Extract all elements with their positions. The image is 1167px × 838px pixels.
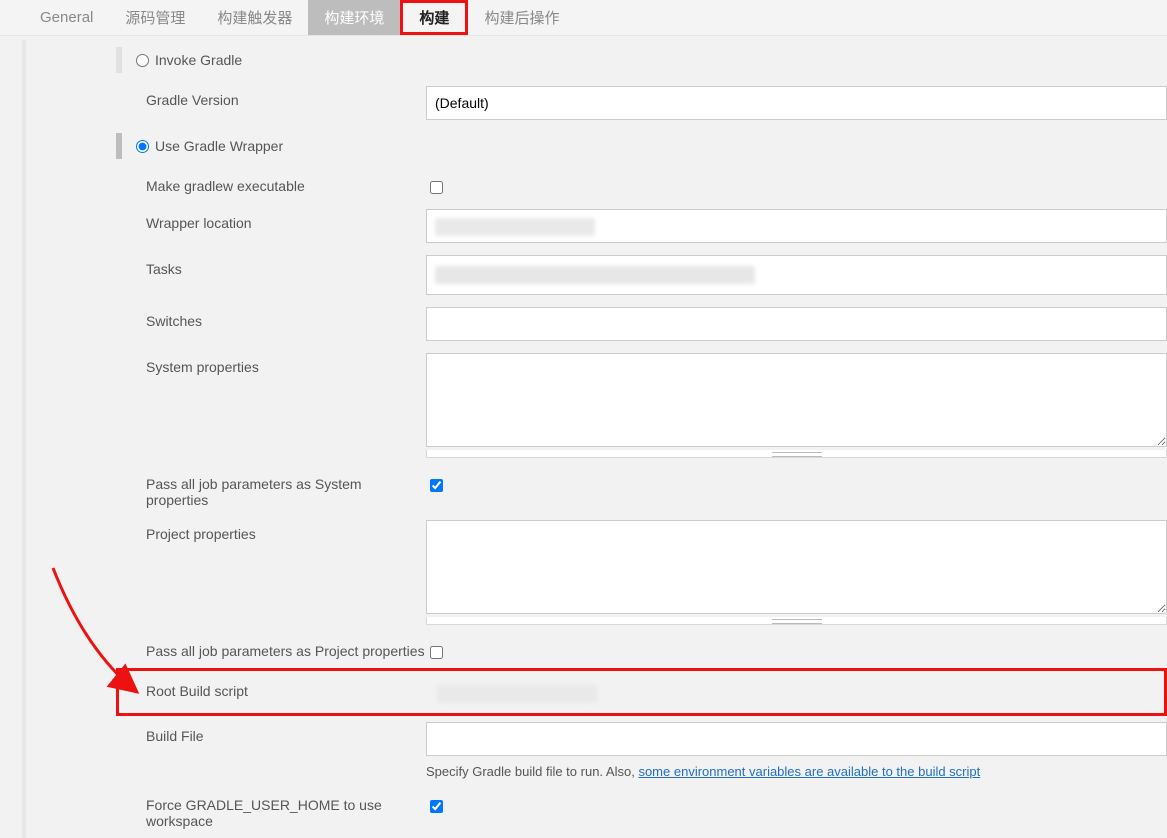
checkbox-force-home[interactable] <box>430 800 443 813</box>
radio-wrapper-label: Use Gradle Wrapper <box>155 138 283 154</box>
section-gutter <box>24 40 26 838</box>
row-make-exec: Make gradlew executable <box>116 166 1167 203</box>
row-root-script: Root Build script <box>119 671 1164 713</box>
input-switches[interactable] <box>426 307 1167 341</box>
radio-bar-selected <box>116 133 122 159</box>
obscured-tasks <box>435 266 755 284</box>
radio-invoke-label: Invoke Gradle <box>155 52 242 68</box>
row-build-file: Build File Specify Gradle build file to … <box>116 716 1167 785</box>
radio-bar <box>116 47 122 73</box>
tab-triggers[interactable]: 构建触发器 <box>201 0 308 35</box>
label-make-exec: Make gradlew executable <box>116 172 426 194</box>
row-switches: Switches <box>116 301 1167 347</box>
label-proj-props: Project properties <box>116 520 426 542</box>
label-wrapper-loc: Wrapper location <box>116 209 426 231</box>
input-gradle-version[interactable] <box>426 86 1167 120</box>
build-form: Invoke Gradle Gradle Version Use Gradle … <box>116 40 1167 838</box>
label-sys-props: System properties <box>116 353 426 375</box>
radio-use-wrapper[interactable] <box>136 140 149 153</box>
row-force-home: Force GRADLE_USER_HOME to use workspace <box>116 785 1167 835</box>
label-pass-sys: Pass all job parameters as System proper… <box>116 470 426 508</box>
tab-general[interactable]: General <box>24 0 109 35</box>
label-pass-proj: Pass all job parameters as Project prope… <box>116 637 426 659</box>
config-tabs: General 源码管理 构建触发器 构建环境 构建 构建后操作 <box>0 0 1167 36</box>
label-build-file: Build File <box>116 722 426 744</box>
label-tasks: Tasks <box>116 255 426 277</box>
textarea-proj-props[interactable] <box>426 520 1167 614</box>
tab-scm[interactable]: 源码管理 <box>109 0 201 35</box>
label-root-script: Root Build script <box>119 677 429 699</box>
highlight-root-build-script: Root Build script <box>116 668 1167 716</box>
row-pass-proj: Pass all job parameters as Project prope… <box>116 631 1167 668</box>
checkbox-pass-sys[interactable] <box>430 479 443 492</box>
label-switches: Switches <box>116 307 426 329</box>
resizer-proj-props[interactable] <box>426 617 1167 625</box>
row-sys-props: System properties <box>116 347 1167 464</box>
checkbox-pass-proj[interactable] <box>430 646 443 659</box>
obscured-wrapper-loc <box>435 218 595 236</box>
checkbox-make-exec[interactable] <box>430 181 443 194</box>
tab-build[interactable]: 构建 <box>400 0 468 35</box>
row-pass-sys: Pass all job parameters as System proper… <box>116 464 1167 514</box>
textarea-sys-props[interactable] <box>426 353 1167 447</box>
hint-prefix: Specify Gradle build file to run. Also, <box>426 764 638 779</box>
row-wrapper-loc: Wrapper location <box>116 203 1167 249</box>
radio-invoke-gradle[interactable] <box>136 54 149 67</box>
hint-build-file: Specify Gradle build file to run. Also, … <box>426 756 1167 779</box>
radio-row-invoke[interactable]: Invoke Gradle <box>116 40 1167 80</box>
radio-row-wrapper[interactable]: Use Gradle Wrapper <box>116 126 1167 166</box>
label-force-home: Force GRADLE_USER_HOME to use workspace <box>116 791 426 829</box>
row-proj-props: Project properties <box>116 514 1167 631</box>
tab-post-build[interactable]: 构建后操作 <box>468 0 575 35</box>
obscured-root-script <box>437 685 597 703</box>
row-tasks: Tasks <box>116 249 1167 301</box>
row-gradle-version: Gradle Version <box>116 80 1167 126</box>
input-build-file[interactable] <box>426 722 1167 756</box>
label-gradle-version: Gradle Version <box>116 86 426 108</box>
tab-build-label: 构建 <box>403 2 465 33</box>
left-gutter <box>0 40 24 838</box>
tab-build-env[interactable]: 构建环境 <box>308 0 400 35</box>
resizer-sys-props[interactable] <box>426 450 1167 458</box>
hint-link[interactable]: some environment variables are available… <box>638 764 980 779</box>
